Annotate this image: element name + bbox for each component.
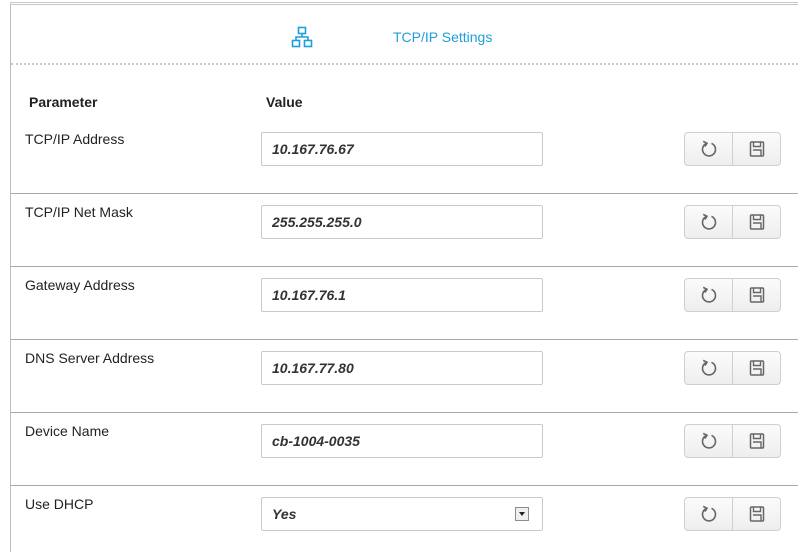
refresh-icon <box>701 140 716 157</box>
panel-header: TCP/IP Settings <box>11 5 798 65</box>
reset-button[interactable] <box>685 352 732 384</box>
dns-server-field[interactable] <box>261 351 543 385</box>
action-button-group <box>684 497 781 531</box>
save-icon <box>749 360 764 376</box>
page-title: TCP/IP Settings <box>393 29 493 45</box>
reset-button[interactable] <box>685 206 732 238</box>
refresh-icon <box>701 432 716 449</box>
network-icon <box>291 26 313 48</box>
reset-button[interactable] <box>685 279 732 311</box>
setting-label: Device Name <box>25 423 110 439</box>
save-button[interactable] <box>732 133 780 165</box>
save-icon <box>749 433 764 449</box>
save-icon <box>749 506 764 522</box>
save-icon <box>749 141 764 157</box>
action-button-group <box>684 132 781 166</box>
setting-row-tcpip-address: TCP/IP Address <box>11 121 798 194</box>
save-button[interactable] <box>732 498 780 530</box>
save-button[interactable] <box>732 425 780 457</box>
setting-label: Use DHCP <box>25 496 94 512</box>
setting-row-net-mask: TCP/IP Net Mask <box>11 194 798 267</box>
use-dhcp-select[interactable]: Yes <box>261 497 543 531</box>
action-button-group <box>684 351 781 385</box>
save-icon <box>749 287 764 303</box>
refresh-icon <box>701 286 716 303</box>
tcpip-settings-panel: TCP/IP Settings Parameter Value TCP/IP A… <box>10 2 798 552</box>
tcpip-address-field[interactable] <box>261 132 543 166</box>
refresh-icon <box>701 213 716 230</box>
setting-row-device-name: Device Name <box>11 413 798 486</box>
reset-button[interactable] <box>685 133 732 165</box>
chevron-down-icon[interactable] <box>515 507 529 521</box>
net-mask-field[interactable] <box>261 205 543 239</box>
setting-label: TCP/IP Address <box>25 131 125 147</box>
action-button-group <box>684 424 781 458</box>
save-button[interactable] <box>732 206 780 238</box>
save-icon <box>749 214 764 230</box>
setting-label: TCP/IP Net Mask <box>25 204 133 220</box>
setting-row-gateway-address: Gateway Address <box>11 267 798 340</box>
setting-label: DNS Server Address <box>25 350 155 366</box>
save-button[interactable] <box>732 279 780 311</box>
device-name-field[interactable] <box>261 424 543 458</box>
gateway-address-field[interactable] <box>261 278 543 312</box>
column-header-value: Value <box>266 94 303 110</box>
reset-button[interactable] <box>685 498 732 530</box>
refresh-icon <box>701 505 716 522</box>
setting-label: Gateway Address <box>25 277 135 293</box>
refresh-icon <box>701 359 716 376</box>
setting-row-use-dhcp: Use DHCP Yes <box>11 486 798 559</box>
setting-row-dns-server: DNS Server Address <box>11 340 798 413</box>
action-button-group <box>684 205 781 239</box>
action-button-group <box>684 278 781 312</box>
column-header-parameter: Parameter <box>29 94 98 110</box>
reset-button[interactable] <box>685 425 732 457</box>
save-button[interactable] <box>732 352 780 384</box>
